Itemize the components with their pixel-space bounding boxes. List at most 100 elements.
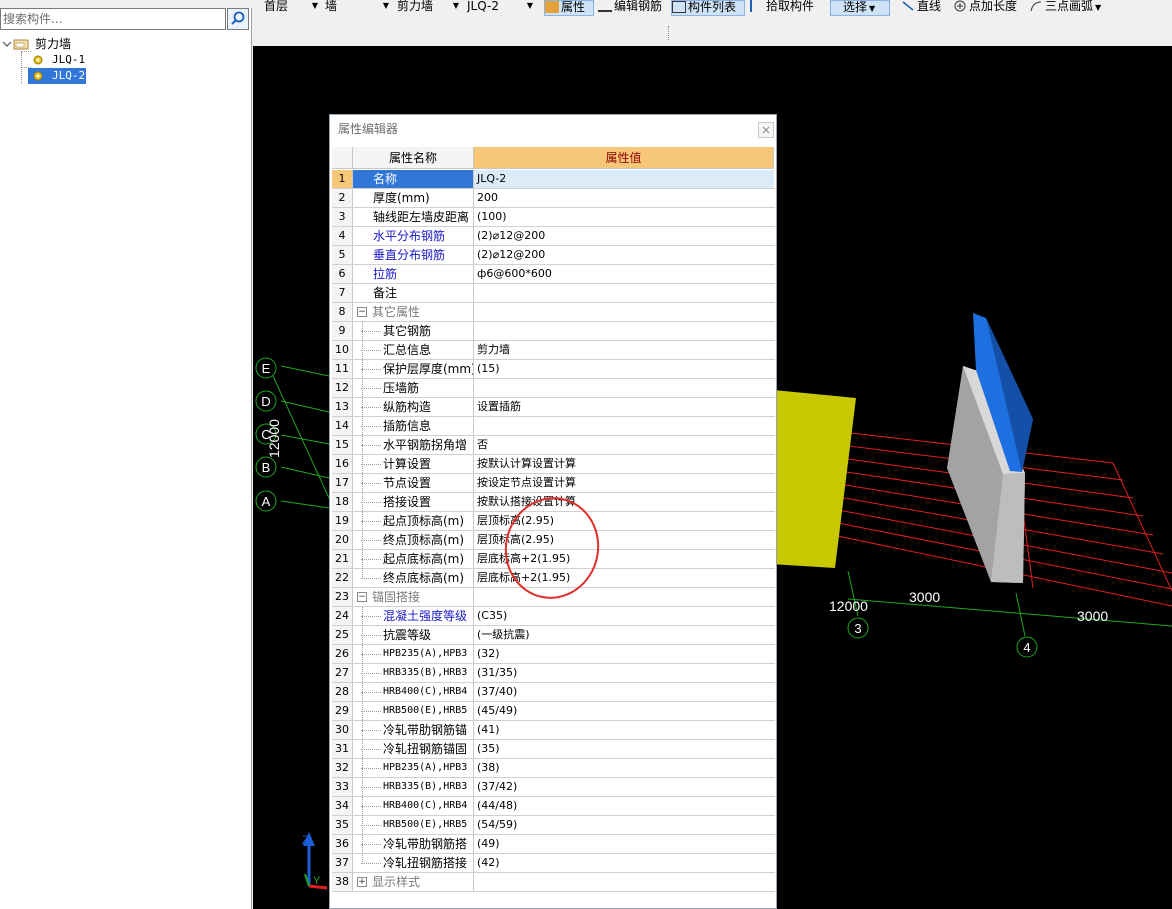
component-list-button[interactable]: 构件列表 <box>671 0 745 16</box>
expand-icon[interactable]: + <box>357 877 367 887</box>
property-value-cell[interactable]: (44/48) <box>474 797 774 815</box>
property-row[interactable]: 1 名称 JLQ-2 <box>332 170 775 189</box>
search-button[interactable] <box>227 8 249 30</box>
collapse-icon[interactable]: − <box>357 307 367 317</box>
property-row[interactable]: 31 冷轧扭钢筋锚固 (35) <box>332 740 775 759</box>
property-value-cell[interactable] <box>474 417 774 435</box>
property-value-cell[interactable]: ф6@600*600 <box>474 265 774 283</box>
edit-rebar-icon <box>598 0 612 12</box>
property-value-cell[interactable]: (37/42) <box>474 778 774 796</box>
close-button[interactable] <box>758 122 774 138</box>
tree-connector <box>361 578 381 579</box>
property-row[interactable]: 30 冷轧带肋钢筋锚 (41) <box>332 721 775 740</box>
property-value-cell[interactable] <box>474 379 774 397</box>
property-row[interactable]: 7 备注 <box>332 284 775 303</box>
property-value-cell[interactable]: (49) <box>474 835 774 853</box>
property-value-cell[interactable] <box>474 303 774 321</box>
tree-node-jlq1[interactable]: JLQ-1 <box>31 52 131 68</box>
select-button[interactable]: 选择 ▼ <box>830 0 890 16</box>
property-row[interactable]: 27 HRB335(B),HRB3 (31/35) <box>332 664 775 683</box>
property-row[interactable]: 29 HRB500(E),HRB5 (45/49) <box>332 702 775 721</box>
property-button[interactable]: 属性 <box>544 0 594 16</box>
property-value-cell[interactable]: (45/49) <box>474 702 774 720</box>
property-value-cell[interactable]: (38) <box>474 759 774 777</box>
property-row[interactable]: 11 保护层厚度(mm) (15) <box>332 360 775 379</box>
property-value-cell[interactable]: (41) <box>474 721 774 739</box>
property-row[interactable]: 10 汇总信息 剪力墙 <box>332 341 775 360</box>
property-row[interactable]: 32 HPB235(A),HPB3 (38) <box>332 759 775 778</box>
property-row[interactable]: 13 纵筋构造 设置插筋 <box>332 398 775 417</box>
property-value-cell[interactable]: (54/59) <box>474 816 774 834</box>
property-value-cell[interactable]: (C35) <box>474 607 774 625</box>
property-row[interactable]: 12 压墙筋 <box>332 379 775 398</box>
arc-button[interactable]: 三点画弧 ▼ <box>1029 0 1113 16</box>
property-row[interactable]: 25 抗震等级 (一级抗震) <box>332 626 775 645</box>
property-value-cell[interactable]: (35) <box>474 740 774 758</box>
row-number: 29 <box>332 702 353 720</box>
property-value-cell[interactable]: (42) <box>474 854 774 872</box>
pick-component-button[interactable]: 拾取构件 <box>750 0 820 16</box>
property-value-cell[interactable] <box>474 873 774 891</box>
property-row[interactable]: 3 轴线距左墙皮距离 (100) <box>332 208 775 227</box>
property-value-cell[interactable]: 按默认计算设置计算 <box>474 455 774 473</box>
property-value-cell[interactable] <box>474 322 774 340</box>
property-name-label: HRB400(C),HRB4 <box>383 686 468 697</box>
row-number: 5 <box>332 246 353 264</box>
property-value-cell[interactable]: (15) <box>474 360 774 378</box>
property-value-cell[interactable]: 否 <box>474 436 774 454</box>
property-row[interactable]: 6 拉筋 ф6@600*600 <box>332 265 775 284</box>
property-name-cell: HRB500(E),HRB5 <box>353 702 474 720</box>
property-row[interactable]: 4 水平分布钢筋 (2)⌀12@200 <box>332 227 775 246</box>
floor-combo[interactable]: 首层 ▼ <box>264 0 320 16</box>
property-row[interactable]: 35 HRB500(E),HRB5 (54/59) <box>332 816 775 835</box>
property-value-cell[interactable]: 按设定节点设置计算 <box>474 474 774 492</box>
property-value-cell[interactable]: (一级抗震) <box>474 626 774 644</box>
row-number: 26 <box>332 645 353 663</box>
property-name-label: 冷轧带肋钢筋锚 <box>383 723 468 737</box>
component-value: JLQ-2 <box>467 0 499 13</box>
property-row[interactable]: 34 HRB400(C),HRB4 (44/48) <box>332 797 775 816</box>
property-row[interactable]: 24 混凝土强度等级 (C35) <box>332 607 775 626</box>
property-row[interactable]: 17 节点设置 按设定节点设置计算 <box>332 474 775 493</box>
property-row[interactable]: 14 插筋信息 <box>332 417 775 436</box>
property-row[interactable]: 28 HRB400(C),HRB4 (37/40) <box>332 683 775 702</box>
edit-rebar-button[interactable]: 编辑钢筋 <box>598 0 670 16</box>
property-name-label: HPB235(A),HPB3 <box>383 648 468 659</box>
collapse-arrow-icon[interactable] <box>2 38 12 52</box>
property-value-cell[interactable] <box>474 284 774 302</box>
property-value-cell[interactable]: (31/35) <box>474 664 774 682</box>
property-row[interactable]: 15 水平钢筋拐角增否 <box>332 436 775 455</box>
type-combo[interactable]: 剪力墙 ▼ <box>397 0 461 16</box>
property-row[interactable]: 38 + 显示样式 <box>332 873 775 892</box>
property-row[interactable]: 37 冷轧扭钢筋搭接 (42) <box>332 854 775 873</box>
point-length-button[interactable]: 点加长度 <box>953 0 1023 16</box>
row-number: 27 <box>332 664 353 682</box>
property-value-cell[interactable]: (32) <box>474 645 774 663</box>
property-row[interactable]: 33 HRB335(B),HRB3 (37/42) <box>332 778 775 797</box>
line-button[interactable]: 直线 <box>901 0 949 16</box>
search-input[interactable]: 搜索构件... <box>0 8 226 30</box>
property-value-cell[interactable]: (2)⌀12@200 <box>474 246 774 264</box>
property-value-cell[interactable]: 设置插筋 <box>474 398 774 416</box>
wall-jlq2[interactable] <box>947 313 1033 583</box>
property-row[interactable]: 8− 其它属性 <box>332 303 775 322</box>
category-value: 墙 <box>325 0 338 13</box>
property-value-cell[interactable]: (100) <box>474 208 774 226</box>
tree-node-root[interactable]: 剪力墙 <box>2 36 242 52</box>
property-value-cell[interactable]: 200 <box>474 189 774 207</box>
property-value-cell[interactable]: JLQ-2 <box>474 170 774 188</box>
property-value-cell[interactable]: (2)⌀12@200 <box>474 227 774 245</box>
component-combo[interactable]: JLQ-2 ▼ <box>467 0 535 16</box>
property-row[interactable]: 2 厚度(mm) 200 <box>332 189 775 208</box>
property-row[interactable]: 9 其它钢筋 <box>332 322 775 341</box>
category-combo[interactable]: 墙 ▼ <box>325 0 391 16</box>
property-value-cell[interactable]: 剪力墙 <box>474 341 774 359</box>
property-value-cell[interactable]: (37/40) <box>474 683 774 701</box>
tree-node-jlq2[interactable]: JLQ-2 <box>28 68 86 84</box>
collapse-icon[interactable]: − <box>357 592 367 602</box>
property-row[interactable]: 36 冷轧带肋钢筋搭 (49) <box>332 835 775 854</box>
property-row[interactable]: 5 垂直分布钢筋 (2)⌀12@200 <box>332 246 775 265</box>
property-row[interactable]: 26 HPB235(A),HPB3 (32) <box>332 645 775 664</box>
property-name-cell: 计算设置 <box>353 455 474 473</box>
property-row[interactable]: 16 计算设置 按默认计算设置计算 <box>332 455 775 474</box>
